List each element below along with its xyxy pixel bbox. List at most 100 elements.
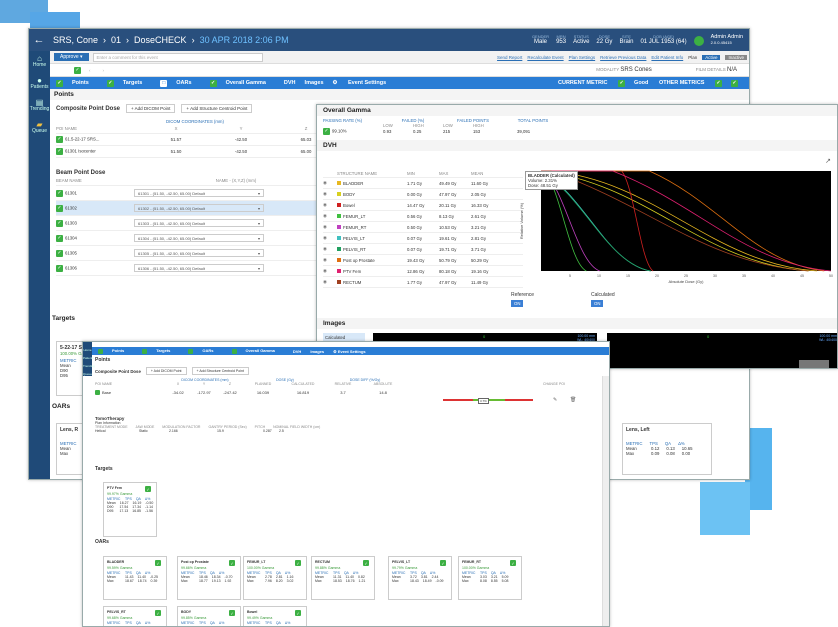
send-report-link[interactable]: Send Report — [497, 55, 522, 60]
tab-gamma[interactable]: ✓ Overall Gamma — [209, 79, 275, 87]
eye-icon[interactable]: ◉ — [323, 235, 337, 241]
external-link-icon[interactable]: ↗ — [825, 157, 831, 165]
breadcrumb-plan[interactable]: 01 — [111, 35, 121, 45]
back-arrow-icon[interactable]: ← — [29, 34, 49, 46]
beam-point-select[interactable]: 61302 - (51.50, -42.50, 65.00) Default ▾ — [134, 204, 264, 212]
card-checkbox[interactable]: ✓ — [295, 560, 301, 566]
dvh-structure-row[interactable]: ◉ RECTUM 1.77 Gy 47.97 Gy 11.49 Gy — [323, 277, 523, 288]
beam-checkbox[interactable]: ✓ — [56, 189, 63, 197]
prev-icon[interactable]: ‹ — [89, 68, 91, 73]
eye-icon[interactable]: ◉ — [323, 279, 337, 285]
status-circle-icon[interactable] — [693, 36, 704, 46]
delete-icon[interactable]: 🗑 — [570, 397, 576, 403]
dvh-structure-row[interactable]: ◉ Bowel 14.47 Gy 20.11 Gy 16.33 Gy — [323, 200, 523, 211]
dvh-structure-row[interactable]: ◉ FEMUR_RT 0.50 Gy 10.53 Gy 3.21 Gy — [323, 222, 523, 233]
dvh-structure-row[interactable]: ◉ BODY 0.00 Gy 47.97 Gy 2.05 Gy — [323, 189, 523, 200]
beam-point-select[interactable]: 61305 - (51.50, -42.50, 65.00) Default ▾ — [134, 249, 264, 257]
eye-icon[interactable]: ◉ — [323, 180, 337, 186]
tab-images[interactable]: Images — [305, 80, 324, 86]
beam-checkbox[interactable]: ✓ — [56, 264, 63, 272]
card-checkbox[interactable]: ✓ — [295, 610, 301, 616]
tab-oars[interactable]: OARs — [188, 348, 222, 354]
tab-dvh[interactable]: DVH — [284, 80, 296, 86]
structure-card[interactable]: PELVIS_RT ✓ 99.68% Gamma METRIC TPS QA Δ% — [103, 606, 167, 626]
tab-points[interactable]: Points — [98, 348, 133, 354]
beam-checkbox[interactable]: ✓ — [56, 234, 63, 242]
eye-icon[interactable]: ◉ — [323, 202, 337, 208]
add-structure-point-button[interactable]: + Add Structure Centroid Point — [181, 104, 253, 113]
structure-card[interactable]: RECTUM ✓ 99.88% Gamma METRIC TPS QA Δ% Mean 11.3… — [311, 556, 375, 600]
card-checkbox[interactable]: ✓ — [229, 560, 235, 566]
eye-icon[interactable]: ◉ — [323, 213, 337, 219]
beam-checkbox[interactable]: ✓ — [56, 219, 63, 227]
recalculate-link[interactable]: Recalculate Event — [527, 55, 563, 60]
tab-event-settings[interactable]: ⚙ Event Settings — [333, 349, 375, 354]
tab-targets[interactable]: Targets — [142, 348, 179, 354]
tab-points[interactable]: ✓ Points — [56, 79, 98, 87]
eye-icon[interactable]: ◉ — [323, 268, 337, 274]
dvh-structure-row[interactable]: ◉ FEMUR_LT 0.56 Gy 8.13 Gy 2.61 Gy — [323, 211, 523, 222]
beam-point-select[interactable]: 61304 - (51.50, -42.50, 65.00) Default ▾ — [134, 234, 264, 242]
tab-images[interactable]: Images — [310, 349, 324, 354]
poi-checkbox[interactable]: ✓ — [56, 148, 63, 155]
calculated-toggle[interactable]: Calculated ON — [591, 292, 615, 307]
approve-button[interactable]: Approve ▾ — [54, 53, 89, 61]
inactive-toggle[interactable]: Inactive — [725, 54, 747, 60]
tab-targets[interactable]: ✓ Targets — [106, 79, 151, 87]
retrieve-data-link[interactable]: Retrieve Previous Data — [600, 55, 646, 60]
eye-icon[interactable]: ◉ — [323, 257, 337, 263]
breadcrumb-event[interactable]: DoseCHECK — [134, 35, 187, 45]
card-checkbox[interactable]: ✓ — [363, 560, 369, 566]
eye-icon[interactable]: ◉ — [323, 224, 337, 230]
dvh-structure-row[interactable]: ◉ BLADDER 1.71 Gy 49.49 Gy 11.60 Gy — [323, 178, 523, 189]
edit-patient-link[interactable]: Edit Patient Info — [651, 55, 683, 60]
tab-gamma[interactable]: Overall Gamma — [231, 348, 284, 354]
active-toggle[interactable]: Active — [702, 54, 721, 60]
add-structure-point-button[interactable]: + Add Structure Centroid Point — [191, 367, 249, 375]
breadcrumb-patient[interactable]: SRS, Cone — [53, 35, 98, 45]
edit-icon[interactable]: ✎ — [553, 397, 557, 403]
scrollbar[interactable] — [602, 376, 609, 626]
structure-card[interactable]: PELVIS_LT ✓ 99.79% Gamma METRIC TPS QA Δ% Mean 3… — [388, 556, 452, 600]
structure-card[interactable]: Bowel ✓ 99.49% Gamma METRIC TPS QA Δ% — [243, 606, 307, 626]
user-menu[interactable]: Admin Admin 2.0.0.45415 — [711, 34, 743, 46]
dvh-structure-row[interactable]: ◉ Post op Prostate 19.43 Gy 50.79 Gy 50.29 G… — [323, 255, 523, 266]
plan-settings-link[interactable]: Plan Settings — [569, 55, 596, 60]
image-viewer-right[interactable]: 0 100.00 mm WL: 40/400 — [607, 333, 837, 368]
tab-dvh[interactable]: DVH — [293, 349, 301, 354]
sidebar-item-patients[interactable]: ● Patients — [29, 73, 50, 95]
nav-checkbox[interactable]: ✓ — [74, 66, 81, 74]
structure-card[interactable]: Post op Prostate ✓ 99.66% Gamma METRIC TPS QA… — [177, 556, 241, 600]
dose-diff-slider[interactable]: 3.7% — [443, 398, 533, 404]
structure-card[interactable]: FEMUR_RT ✓ 100.00% Gamma METRIC TPS QA Δ% Mean 3… — [458, 556, 522, 600]
sidebar-item-home[interactable]: ⌂ Home — [29, 51, 50, 73]
eye-icon[interactable]: ◉ — [323, 191, 337, 197]
next-icon[interactable]: › — [103, 68, 105, 73]
tab-oars[interactable]: □ OARs — [160, 79, 200, 87]
beam-point-select[interactable]: 61303 - (51.50, -42.50, 65.00) Default ▾ — [134, 219, 264, 227]
poi-checkbox[interactable]: ✓ — [56, 136, 63, 143]
beam-point-select[interactable]: 61306 - (51.50, -42.50, 65.00) Default ▾ — [134, 264, 264, 272]
structure-card[interactable]: FEMUR_LT ✓ 100.00% Gamma METRIC TPS QA Δ% Mean 2… — [243, 556, 307, 600]
card-checkbox[interactable]: ✓ — [155, 560, 161, 566]
dvh-structure-row[interactable]: ◉ PELVIS_LT 0.07 Gy 19.61 Gy 2.81 Gy — [323, 233, 523, 244]
structure-card[interactable]: BLADDER ✓ 99.59% Gamma METRIC TPS QA Δ% Mean 11.… — [103, 556, 167, 600]
tab-event-settings[interactable]: ⚙ Event Settings — [333, 80, 396, 86]
beam-point-select[interactable]: 61301 - (51.50, -42.50, 65.00) Default ▾ — [134, 189, 264, 197]
card-checkbox[interactable]: ✓ — [229, 610, 235, 616]
card-checkbox[interactable]: ✓ — [145, 486, 151, 492]
structure-card[interactable]: BODY ✓ 99.85% Gamma METRIC TPS QA Δ% — [177, 606, 241, 626]
add-dicom-point-button[interactable]: + Add DICOM Point — [145, 367, 187, 375]
sidebar-item-queue[interactable]: ▰ Queue — [29, 117, 50, 139]
sidebar-item-trending[interactable]: ▤ Trending — [29, 95, 50, 117]
dvh-structure-row[interactable]: ◉ PELVIS_RT 0.07 Gy 19.71 Gy 3.71 Gy — [323, 244, 523, 255]
card-checkbox[interactable]: ✓ — [155, 610, 161, 616]
dvh-structure-row[interactable]: ◉ PTV Fem 12.86 Gy 80.18 Gy 19.16 Gy — [323, 266, 523, 277]
beam-checkbox[interactable]: ✓ — [56, 249, 63, 257]
beam-checkbox[interactable]: ✓ — [56, 204, 63, 212]
eye-icon[interactable]: ◉ — [323, 246, 337, 252]
add-dicom-point-button[interactable]: + Add DICOM Point — [126, 104, 176, 113]
comment-input[interactable]: Enter a comment for this event — [92, 52, 263, 62]
card-checkbox[interactable]: ✓ — [510, 560, 516, 566]
reference-toggle[interactable]: Reference ON — [511, 292, 534, 307]
